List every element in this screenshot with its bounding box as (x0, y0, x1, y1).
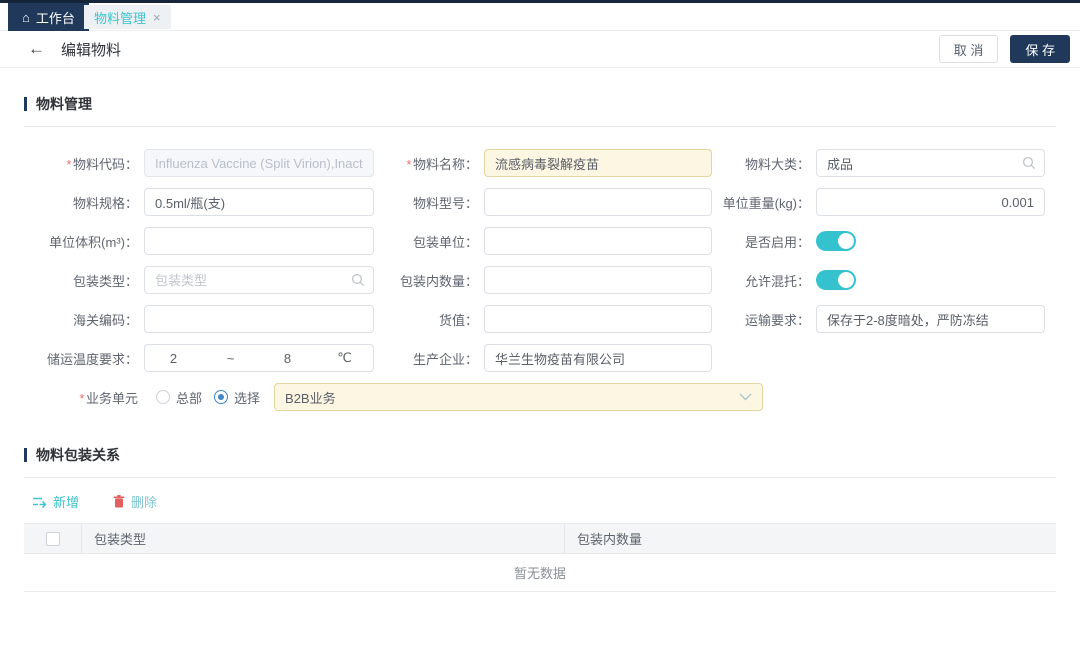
unit-weight-input[interactable] (816, 188, 1045, 216)
transport-req-label: 运输要求： (712, 310, 816, 329)
tab-bar: ⌂ 工作台 物料管理 × (0, 0, 1080, 31)
material-form: *物料代码： *物料名称： 物料大类： 物料规格： 物料型号： 单位重量(kg)… (24, 149, 1056, 411)
temp-separator: ~ (202, 351, 259, 366)
section-material-label: 物料管理 (36, 94, 92, 114)
cancel-button[interactable]: 取 消 (939, 35, 999, 63)
form-row-6: 储运温度要求： 2 ~ 8 ℃ 生产企业： (24, 344, 1056, 372)
pack-qty-input[interactable] (484, 266, 712, 294)
radio-headquarters-label: 总部 (176, 388, 202, 407)
col-pack-qty: 包装内数量 (564, 524, 1056, 553)
enabled-toggle[interactable] (816, 231, 856, 251)
allow-mix-label: 允许混托： (712, 271, 816, 290)
temp-min-value[interactable]: 2 (145, 351, 202, 366)
back-arrow-icon[interactable]: ← (28, 39, 45, 59)
material-code-label: *物料代码： (24, 154, 144, 173)
material-model-label: 物料型号： (374, 193, 484, 212)
home-icon: ⌂ (22, 11, 30, 24)
radio-select[interactable]: 选择 (214, 388, 260, 407)
pack-unit-input[interactable] (484, 227, 712, 255)
required-asterisk: * (79, 391, 84, 406)
divider (24, 126, 1056, 127)
form-row-4: 包装类型： 包装内数量： 允许混托： (24, 266, 1056, 294)
table-toolbar: 新增 删除 (24, 492, 1056, 511)
temp-max-value[interactable]: 8 (259, 351, 316, 366)
pack-unit-label: 包装单位： (374, 232, 484, 251)
trash-icon (113, 495, 125, 508)
add-list-icon (32, 496, 47, 508)
business-unit-select[interactable]: B2B业务 (274, 383, 763, 411)
material-spec-input[interactable] (144, 188, 374, 216)
material-code-input[interactable] (144, 149, 374, 177)
unit-volume-label: 单位体积(m³)： (24, 232, 144, 251)
transport-req-input[interactable] (816, 305, 1045, 333)
radio-headquarters[interactable]: 总部 (156, 388, 202, 407)
section-packaging-title: 物料包装关系 (24, 445, 1056, 465)
business-unit-label: *业务单元 (24, 388, 144, 407)
divider (24, 477, 1056, 478)
temp-unit: ℃ (316, 350, 373, 366)
business-unit-value: B2B业务 (285, 388, 336, 407)
form-row-2: 物料规格： 物料型号： 单位重量(kg)： (24, 188, 1056, 216)
material-name-input[interactable] (484, 149, 712, 177)
add-row-label: 新增 (53, 492, 79, 511)
tab-workbench[interactable]: ⌂ 工作台 (8, 3, 89, 31)
goods-value-input[interactable] (484, 305, 712, 333)
table-header: 包装类型 包装内数量 (24, 524, 1056, 554)
delete-row-button[interactable]: 删除 (113, 492, 157, 511)
select-all-cell (24, 524, 82, 553)
tab-material-label: 物料管理 (94, 8, 146, 27)
page-title: 编辑物料 (61, 39, 121, 60)
customs-code-input[interactable] (144, 305, 374, 333)
save-button[interactable]: 保 存 (1010, 35, 1070, 63)
radio-circle (214, 390, 228, 404)
temp-req-label: 储运温度要求： (24, 349, 144, 368)
section-bar (24, 97, 27, 111)
delete-row-label: 删除 (131, 492, 157, 511)
tab-workbench-label: 工作台 (36, 8, 75, 27)
material-name-label: *物料名称： (374, 154, 484, 173)
enabled-label: 是否启用： (712, 232, 816, 251)
allow-mix-toggle[interactable] (816, 270, 856, 290)
material-spec-label: 物料规格： (24, 193, 144, 212)
chevron-down-icon (739, 393, 752, 401)
col-pack-type: 包装类型 (82, 529, 564, 548)
select-all-checkbox[interactable] (46, 532, 60, 546)
search-icon[interactable] (1022, 156, 1036, 170)
form-row-5: 海关编码： 货值： 运输要求： (24, 305, 1056, 333)
manufacturer-label: 生产企业： (374, 349, 484, 368)
pack-qty-label: 包装内数量： (374, 271, 484, 290)
section-packaging-label: 物料包装关系 (36, 445, 120, 465)
search-icon[interactable] (351, 273, 365, 287)
add-row-button[interactable]: 新增 (32, 492, 79, 511)
temp-range-input[interactable]: 2 ~ 8 ℃ (144, 344, 374, 372)
close-icon[interactable]: × (153, 10, 161, 25)
form-row-3: 单位体积(m³)： 包装单位： 是否启用： (24, 227, 1056, 255)
material-category-label: 物料大类： (712, 154, 816, 173)
radio-circle (156, 390, 170, 404)
section-bar (24, 448, 27, 462)
goods-value-label: 货值： (374, 310, 484, 329)
material-category-input[interactable] (816, 149, 1045, 177)
unit-weight-label: 单位重量(kg)： (712, 193, 816, 212)
material-model-input[interactable] (484, 188, 712, 216)
customs-code-label: 海关编码： (24, 310, 144, 329)
pack-type-input[interactable] (144, 266, 374, 294)
pack-type-label: 包装类型： (24, 271, 144, 290)
required-asterisk: * (406, 157, 411, 172)
tab-material-management[interactable]: 物料管理 × (84, 5, 171, 29)
page-header: ← 编辑物料 取 消 保 存 (0, 31, 1080, 68)
packaging-table: 包装类型 包装内数量 暂无数据 (24, 523, 1056, 592)
unit-volume-input[interactable] (144, 227, 374, 255)
manufacturer-input[interactable] (484, 344, 712, 372)
required-asterisk: * (66, 157, 71, 172)
table-empty-state: 暂无数据 (24, 554, 1056, 592)
radio-select-label: 选择 (234, 388, 260, 407)
section-material-title: 物料管理 (24, 94, 1056, 114)
form-row-7: *业务单元 总部 选择 B2B业务 (24, 383, 1056, 411)
form-row-1: *物料代码： *物料名称： 物料大类： (24, 149, 1056, 177)
